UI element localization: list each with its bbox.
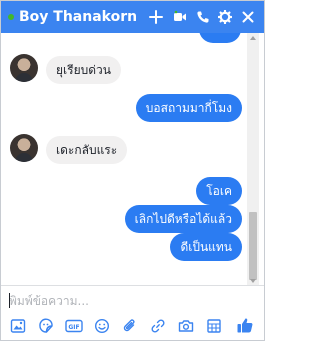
message-input[interactable] [9, 291, 249, 311]
gif-icon[interactable]: GIF [65, 318, 83, 334]
table-icon[interactable] [206, 318, 222, 334]
gif-label: GIF [68, 324, 79, 331]
contact-name[interactable]: Boy Thanakorn [19, 8, 137, 26]
camera-icon[interactable] [178, 318, 194, 334]
composer-toolbar: GIF [1, 313, 264, 339]
message-bubble-outgoing: เลิกไปดีหรือได้แล้ว [124, 205, 242, 233]
message-bubble-outgoing: โอเค [196, 177, 242, 205]
message-bubble-outgoing: ดีเป็นแทน [170, 233, 242, 261]
phone-icon[interactable] [196, 10, 210, 24]
chat-header[interactable]: Boy Thanakorn [1, 1, 264, 33]
video-call-icon[interactable] [173, 10, 187, 24]
image-icon[interactable] [10, 318, 26, 334]
chat-window: Boy Thanakorn ยุเรียบด่วน บอสถามมากี่โมง [0, 0, 265, 341]
scroll-up-arrow[interactable] [250, 36, 256, 40]
close-icon[interactable] [241, 10, 255, 24]
message-list[interactable]: ยุเรียบด่วน บอสถามมากี่โมง เดะกลับแระ โอ… [1, 33, 264, 285]
text-caret [9, 293, 10, 308]
link-icon[interactable] [150, 318, 166, 334]
online-status-dot [8, 14, 14, 20]
contact-avatar[interactable] [10, 54, 38, 82]
message-bubble-incoming: เดะกลับแระ [46, 136, 128, 164]
like-icon[interactable] [236, 316, 254, 334]
composer-divider [1, 285, 264, 286]
message-bubble-outgoing: บอสถามมากี่โมง [135, 94, 242, 122]
scrollbar-thumb[interactable] [249, 212, 257, 280]
attachment-icon[interactable] [122, 318, 138, 334]
emoji-icon[interactable] [94, 318, 110, 334]
contact-avatar[interactable] [10, 134, 38, 162]
previous-message-bubble [199, 33, 241, 43]
scroll-down-arrow[interactable] [250, 279, 256, 283]
gear-icon[interactable] [218, 10, 232, 24]
message-bubble-incoming: ยุเรียบด่วน [46, 56, 121, 84]
sticker-icon[interactable] [38, 318, 54, 334]
add-icon[interactable] [149, 10, 163, 24]
